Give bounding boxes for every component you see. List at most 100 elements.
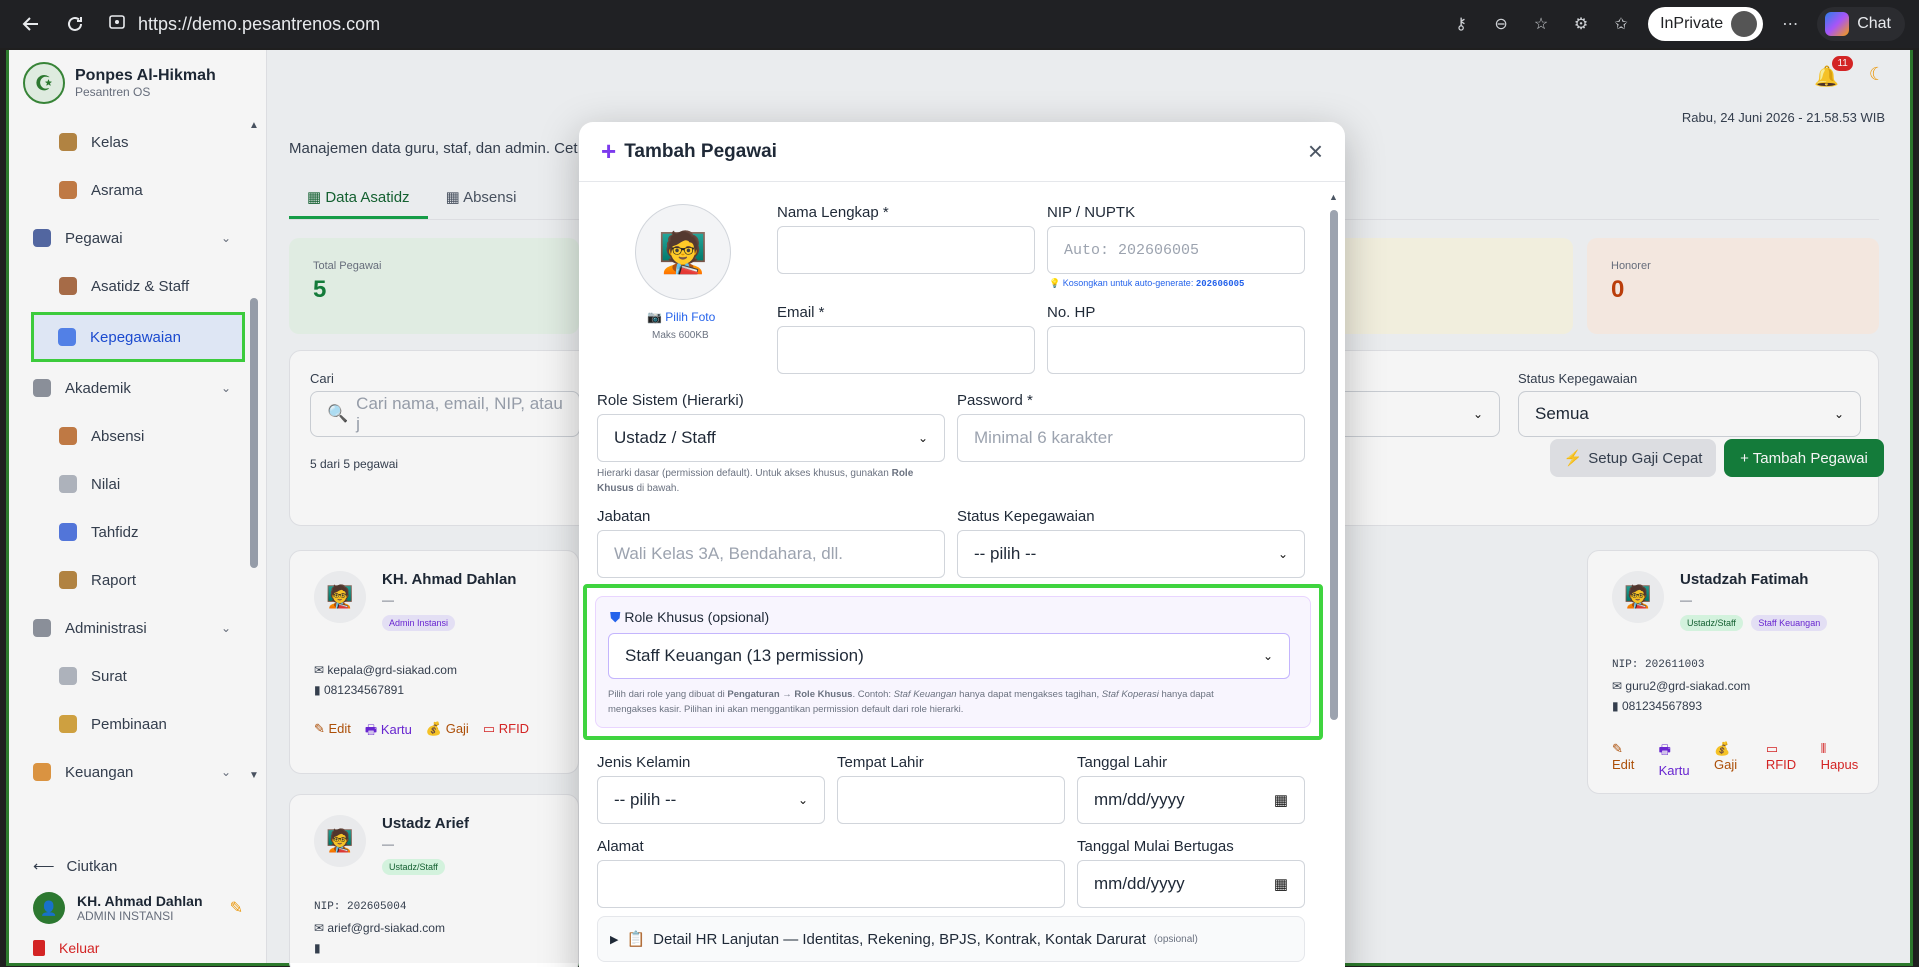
jabatan-input[interactable]: Wali Kelas 3A, Bendahara, dll. xyxy=(597,530,945,578)
tempat-lahir-input[interactable] xyxy=(837,776,1065,824)
hp-label: No. HP xyxy=(1047,304,1096,321)
chevron-down-icon: ⌄ xyxy=(797,793,808,807)
email-label: Email * xyxy=(777,304,825,321)
extensions-icon[interactable]: ⚙ xyxy=(1568,11,1594,37)
calendar-icon[interactable]: ▦ xyxy=(1274,791,1288,809)
password-placeholder: Minimal 6 karakter xyxy=(974,428,1113,447)
role-hint-text-2: di bawah. xyxy=(636,483,680,494)
more-icon[interactable]: ⋯ xyxy=(1777,11,1803,37)
tanggal-lahir-input[interactable]: mm/dd/yyyy ▦ xyxy=(1077,776,1305,824)
tempat-label: Tempat Lahir xyxy=(837,754,924,771)
mulai-placeholder: mm/dd/yyyy xyxy=(1094,874,1185,893)
role-hint-strong: Role xyxy=(891,468,914,479)
status-value: -- pilih -- xyxy=(974,544,1037,563)
role-khusus-highlight: ⛊ Role Khusus (opsional) Staff Keuangan … xyxy=(583,584,1323,740)
refresh-icon[interactable] xyxy=(58,7,92,41)
rk-hint-text-3: hanya dapat mengakses tagihan, xyxy=(959,689,1100,700)
nip-input[interactable]: Auto: 202606005 xyxy=(1047,226,1305,274)
inprivate-badge[interactable]: InPrivate xyxy=(1648,7,1764,41)
inprivate-label: InPrivate xyxy=(1660,15,1724,32)
camera-icon: 📷 xyxy=(647,310,666,324)
app-window: ☪ Ponpes Al-Hikmah Pesantren OS Kelas Asr… xyxy=(6,50,1916,967)
address-bar[interactable]: https://demo.pesantrenos.com xyxy=(108,8,1408,40)
jenis-kelamin-select[interactable]: -- pilih -- ⌄ xyxy=(597,776,825,824)
role-sistem-label: Role Sistem (Hierarki) xyxy=(597,392,744,409)
rk-hint-text-2: . Contoh: xyxy=(852,689,892,700)
key-icon[interactable]: ⚷ xyxy=(1448,11,1474,37)
lock-icon xyxy=(108,13,126,36)
jk-label: Jenis Kelamin xyxy=(597,754,691,771)
rk-hint-em: Staf Keuangan xyxy=(893,689,957,700)
chat-button[interactable]: Chat xyxy=(1817,7,1905,41)
browser-toolbar: https://demo.pesantrenos.com ⚷ ⊖ ☆ ⚙ ✩ I… xyxy=(0,0,1919,48)
profile-avatar xyxy=(1731,11,1758,37)
role-khusus-hint: Pilih dari role yang dibuat di Pengatura… xyxy=(608,687,1298,717)
jabatan-label: Jabatan xyxy=(597,508,651,525)
mulai-label: Tanggal Mulai Bertugas xyxy=(1077,838,1234,855)
clipboard-icon: 📋 xyxy=(626,931,646,948)
nip-hint-code: 202606005 xyxy=(1195,279,1245,289)
pilih-foto-link[interactable]: 📷 Pilih Foto xyxy=(647,310,715,324)
nip-hint-text: Kosongkan untuk auto-generate: xyxy=(1062,278,1194,288)
back-icon[interactable] xyxy=(14,7,48,41)
hp-field[interactable] xyxy=(1047,326,1305,374)
modal-scrollbar[interactable]: ▲ ▼ xyxy=(1329,192,1339,967)
rk-hint-strong: Pengaturan → Role Khusus xyxy=(727,689,853,700)
close-icon[interactable]: × xyxy=(1308,136,1323,167)
pilih-foto-label: Pilih Foto xyxy=(665,310,716,324)
jk-value: -- pilih -- xyxy=(614,790,677,809)
role-khusus-section: ⛊ Role Khusus (opsional) Staff Keuangan … xyxy=(595,596,1311,728)
scroll-up-icon[interactable]: ▲ xyxy=(1329,192,1338,202)
role-hint-strong-2: Khusus xyxy=(597,483,634,494)
nama-label: Nama Lengkap * xyxy=(777,204,889,221)
url-text: https://demo.pesantrenos.com xyxy=(138,13,381,34)
role-sistem-hint: Hierarki dasar (permission default). Unt… xyxy=(597,466,947,496)
detail-hr-label: Detail HR Lanjutan — Identitas, Rekening… xyxy=(653,930,1146,948)
nip-placeholder: Auto: 202606005 xyxy=(1064,241,1200,259)
detail-hr-toggle[interactable]: ▶ 📋 Detail HR Lanjutan — Identitas, Reke… xyxy=(597,916,1305,962)
modal-title: Tambah Pegawai xyxy=(624,140,777,162)
plus-icon: + xyxy=(601,136,617,166)
status-kepegawaian-select[interactable]: -- pilih -- ⌄ xyxy=(957,530,1305,578)
rk-hint-text: Pilih dari role yang dibuat di xyxy=(608,689,725,700)
role-sistem-select[interactable]: Ustadz / Staff ⌄ xyxy=(597,414,945,462)
modal-header: + Tambah Pegawai × xyxy=(579,122,1345,182)
rk-hint-text-4: hanya dapat xyxy=(1161,689,1214,700)
email-field[interactable] xyxy=(777,326,1035,374)
tanggal-mulai-input[interactable]: mm/dd/yyyy ▦ xyxy=(1077,860,1305,908)
calendar-icon[interactable]: ▦ xyxy=(1274,875,1288,893)
bulb-icon: 💡 xyxy=(1049,278,1063,288)
favorite-star-icon[interactable]: ☆ xyxy=(1528,11,1554,37)
tambah-pegawai-modal: + Tambah Pegawai × ▲ ▼ 🧑‍🏫 📷 Pilih Foto … xyxy=(579,122,1345,967)
detail-hr-optional: (opsional) xyxy=(1153,933,1198,945)
chevron-down-icon: ⌄ xyxy=(1262,649,1273,663)
chevron-down-icon: ⌄ xyxy=(1277,547,1288,561)
triangle-right-icon: ▶ xyxy=(610,933,619,946)
tgl-placeholder: mm/dd/yyyy xyxy=(1094,790,1185,809)
role-khusus-select[interactable]: Staff Keuangan (13 permission) ⌄ xyxy=(608,633,1290,679)
password-field[interactable]: Minimal 6 karakter xyxy=(957,414,1305,462)
copilot-icon xyxy=(1825,12,1850,36)
favorites-list-icon[interactable]: ✩ xyxy=(1608,11,1634,37)
zoom-icon[interactable]: ⊖ xyxy=(1488,11,1514,37)
status-label: Status Kepegawaian xyxy=(957,508,1095,525)
nama-input[interactable] xyxy=(777,226,1035,274)
chat-label: Chat xyxy=(1857,15,1891,32)
alamat-input[interactable] xyxy=(597,860,1065,908)
role-hint-text: Hierarki dasar (permission default). Unt… xyxy=(597,468,889,479)
alamat-label: Alamat xyxy=(597,838,644,855)
jabatan-placeholder: Wali Kelas 3A, Bendahara, dll. xyxy=(614,544,843,563)
chevron-down-icon: ⌄ xyxy=(917,431,928,445)
tgl-lahir-label: Tanggal Lahir xyxy=(1077,754,1168,771)
photo-avatar[interactable]: 🧑‍🏫 xyxy=(635,204,731,300)
role-khusus-label: ⛊ Role Khusus (opsional) xyxy=(610,609,769,626)
nip-hint: 💡 Kosongkan untuk auto-generate: 2026060… xyxy=(1049,276,1244,292)
role-khusus-value: Staff Keuangan (13 permission) xyxy=(625,646,864,665)
password-label: Password * xyxy=(957,392,1033,409)
photo-hint: Maks 600KB xyxy=(652,330,709,341)
rk-hint-line-2: mengakses kasir. Pilihan ini akan mengga… xyxy=(608,704,964,715)
shield-icon: ⛊ xyxy=(610,609,625,625)
role-sistem-value: Ustadz / Staff xyxy=(614,428,716,447)
role-khusus-label-text: Role Khusus (opsional) xyxy=(624,609,770,625)
modal-scroll-thumb[interactable] xyxy=(1330,210,1338,720)
